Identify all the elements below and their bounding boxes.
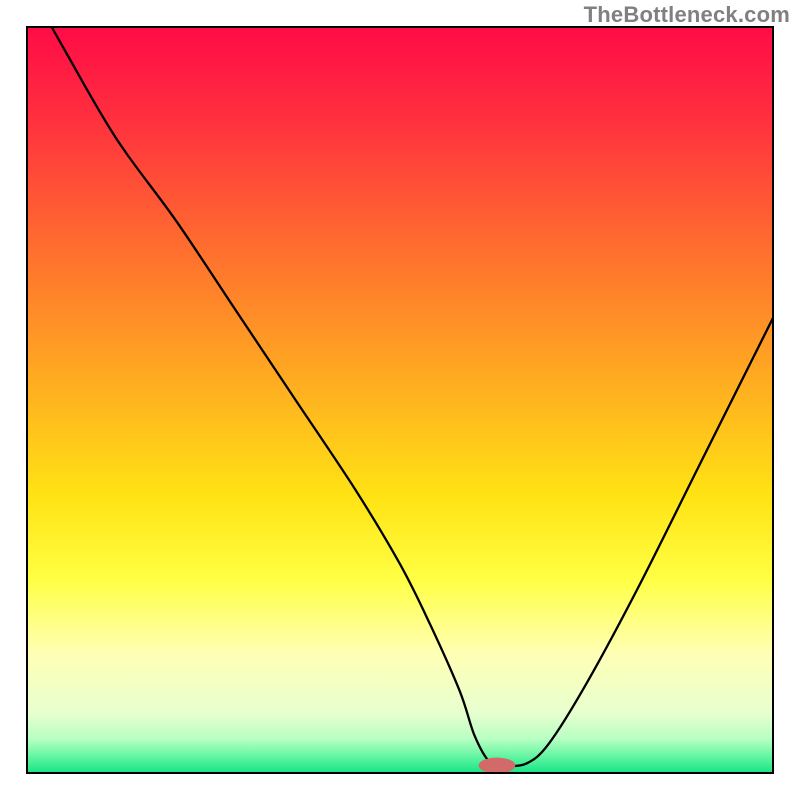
watermark-text: TheBottleneck.com	[584, 2, 790, 28]
plot-background	[27, 27, 773, 773]
bottleneck-chart	[0, 0, 800, 800]
chart-container: TheBottleneck.com	[0, 0, 800, 800]
optimal-marker	[479, 758, 515, 773]
